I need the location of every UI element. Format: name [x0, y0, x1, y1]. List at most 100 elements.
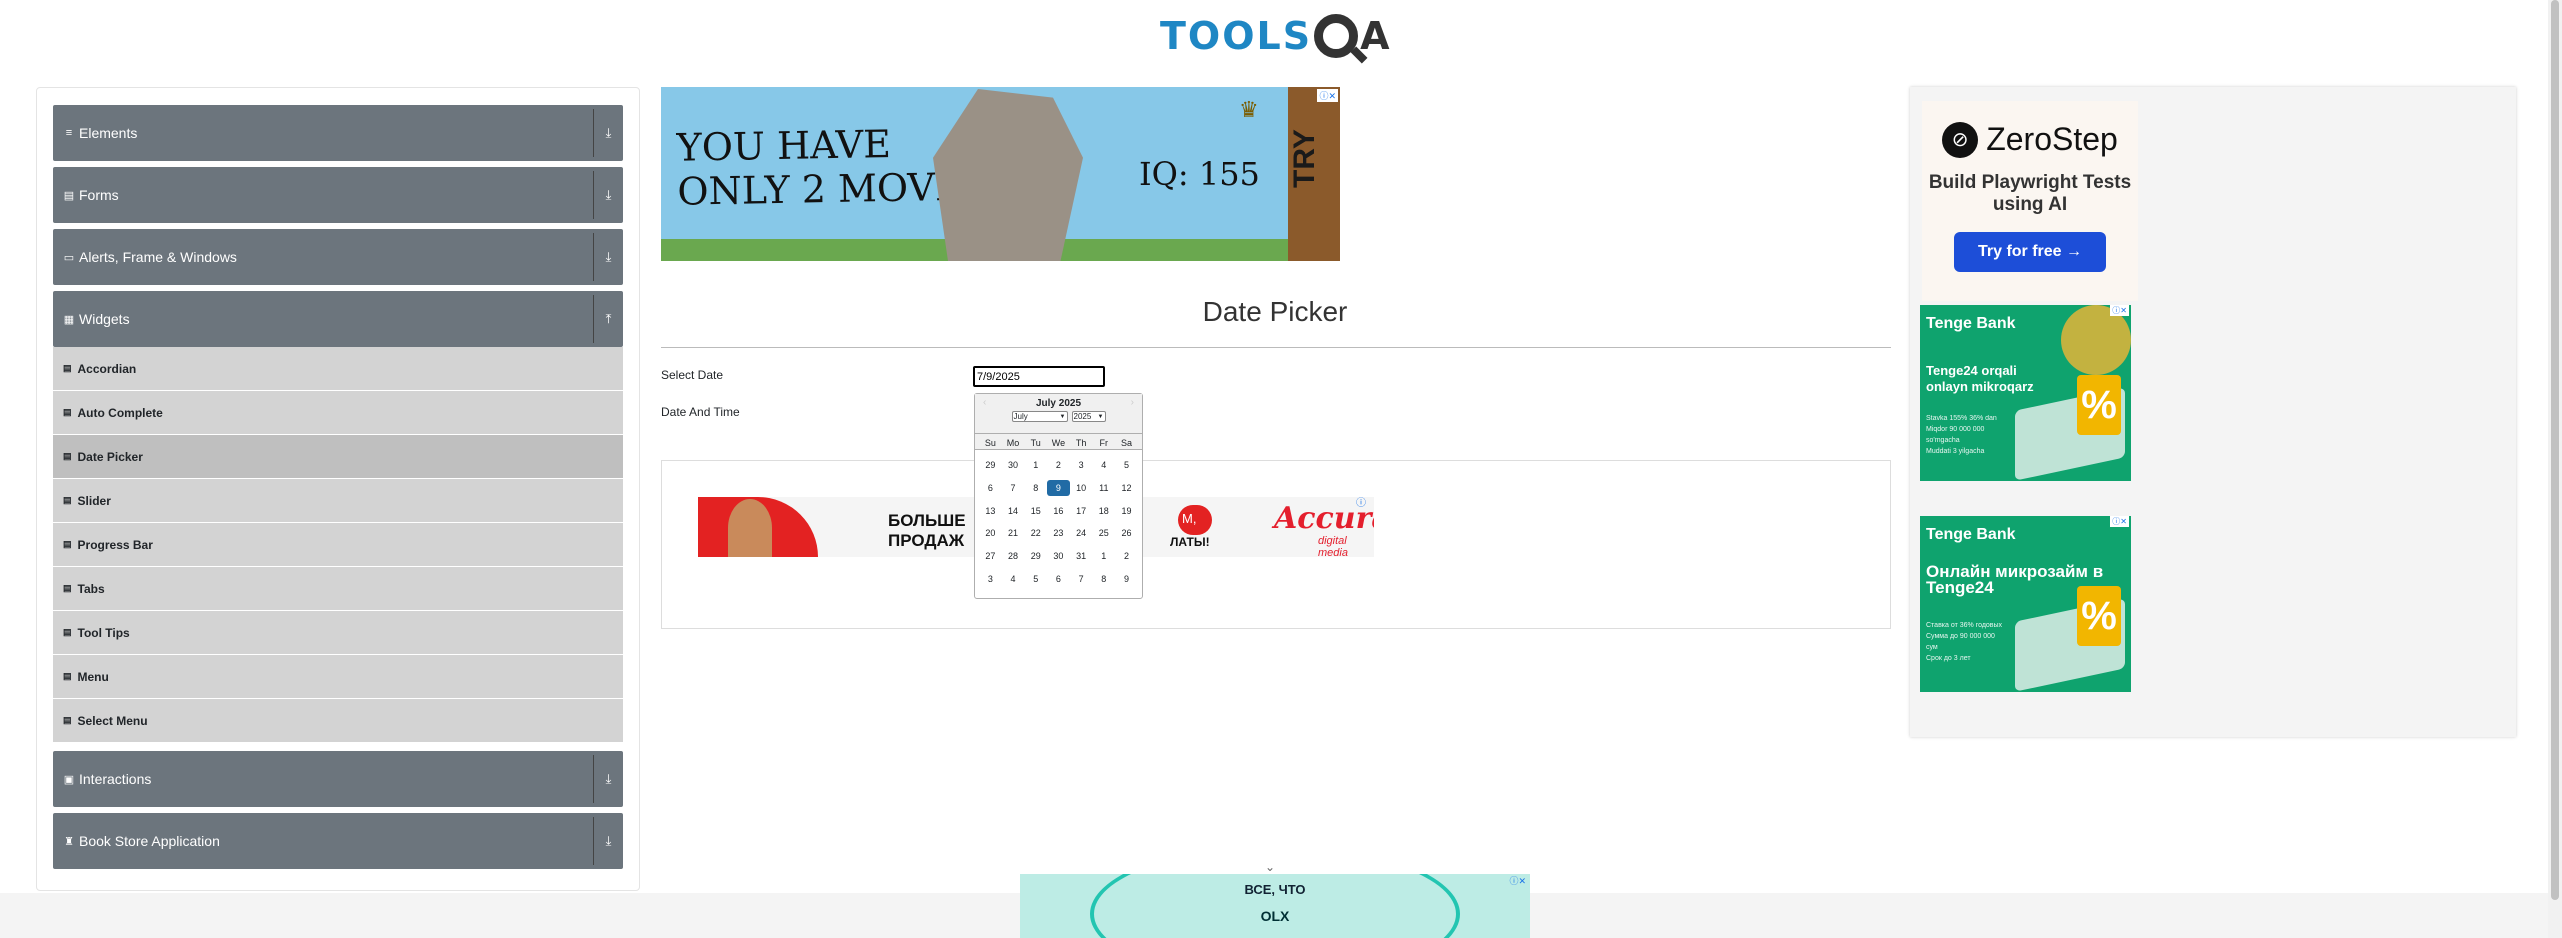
expand-icon[interactable]: ⤓ — [593, 817, 623, 865]
ad-red-pill: М, — [1178, 505, 1212, 535]
month-select[interactable]: July ▼ — [1011, 411, 1068, 422]
chevron-down-icon[interactable]: ⌄ — [1265, 860, 1275, 874]
ad-choices-icon[interactable]: ⓘ✕ — [1317, 89, 1338, 102]
right-ad-column: ⊘ ZeroStep Build Playwright Tests using … — [1910, 87, 2516, 737]
sidebar-group-book-store[interactable]: ♜ Book Store Application ⤓ — [53, 813, 623, 869]
tenge-bank-ad-2[interactable]: % Tenge Bank Онлайн микрозайм в Tenge24 … — [1920, 516, 2131, 692]
day-cell[interactable]: 15 — [1024, 506, 1047, 516]
day-cell[interactable]: 3 — [979, 574, 1002, 584]
logo-text-end: A — [1360, 14, 1390, 58]
day-cell[interactable]: 10 — [1070, 483, 1093, 493]
sidebar-group-interactions[interactable]: ▣ Interactions ⤓ — [53, 751, 623, 807]
sidebar-item-tool-tips[interactable]: ▤ Tool Tips — [53, 611, 623, 655]
interactions-icon: ▣ — [63, 773, 75, 786]
grid-icon: ▦ — [63, 313, 75, 326]
sidebar-group-alerts[interactable]: ▭ Alerts, Frame & Windows ⤓ — [53, 229, 623, 285]
day-cell[interactable]: 5 — [1024, 574, 1047, 584]
page-scrollbar[interactable] — [2548, 0, 2562, 938]
day-cell[interactable]: 18 — [1092, 506, 1115, 516]
tenge-bank-ad-1[interactable]: % Tenge Bank Tenge24 orqali onlayn mikro… — [1920, 305, 2131, 481]
day-cell[interactable]: 16 — [1047, 506, 1070, 516]
sidebar-item-slider[interactable]: ▤ Slider — [53, 479, 623, 523]
day-cell[interactable]: 1 — [1024, 460, 1047, 470]
day-cell[interactable]: 29 — [979, 460, 1002, 470]
day-cell[interactable]: 2 — [1047, 460, 1070, 470]
sidebar-item-tabs[interactable]: ▤ Tabs — [53, 567, 623, 611]
scrollbar-thumb[interactable] — [2551, 0, 2559, 900]
sidebar-item-menu[interactable]: ▤ Menu — [53, 655, 623, 699]
prev-month-button[interactable]: ‹ — [983, 397, 986, 408]
ad-choices-icon[interactable]: ⓘ✕ — [2110, 516, 2129, 527]
olx-logo: OLX — [1260, 908, 1290, 924]
day-cell[interactable]: 8 — [1092, 574, 1115, 584]
select-date-input[interactable] — [973, 366, 1105, 387]
day-cell[interactable]: 27 — [979, 551, 1002, 561]
day-cell[interactable]: 5 — [1115, 460, 1138, 470]
day-cell[interactable]: 11 — [1092, 483, 1115, 493]
day-cell[interactable]: 7 — [1070, 574, 1093, 584]
day-cell[interactable]: 7 — [1002, 483, 1025, 493]
expand-icon[interactable]: ⤓ — [593, 233, 623, 281]
day-cell[interactable]: 23 — [1047, 528, 1070, 538]
day-cell[interactable]: 2 — [1115, 551, 1138, 561]
day-cell[interactable]: 1 — [1092, 551, 1115, 561]
day-cell[interactable]: 28 — [1002, 551, 1025, 561]
sidebar-group-forms[interactable]: ▤ Forms ⤓ — [53, 167, 623, 223]
sidebar-group-elements[interactable]: ≡ Elements ⤓ — [53, 105, 623, 161]
sidebar-group-widgets[interactable]: ▦ Widgets ⤒ — [53, 291, 623, 347]
collapse-icon[interactable]: ⤒ — [593, 295, 623, 343]
ad-brand-sub: digital media — [1318, 535, 1348, 557]
ad-info-icon[interactable]: ⓘ — [1356, 494, 1366, 509]
day-cell[interactable]: 31 — [1070, 551, 1093, 561]
day-cell[interactable]: 9 — [1115, 574, 1138, 584]
day-cell[interactable]: 4 — [1092, 460, 1115, 470]
sidebar-item-progress-bar[interactable]: ▤ Progress Bar — [53, 523, 623, 567]
year-select[interactable]: 2025 ▼ — [1071, 411, 1106, 422]
top-banner-ad[interactable]: YOU HAVE ONLY 2 MOVES ♛ IQ: 155 TRY ⓘ✕ — [661, 87, 1340, 261]
day-cell[interactable]: 20 — [979, 528, 1002, 538]
day-cell[interactable]: 21 — [1002, 528, 1025, 538]
toolsqa-logo[interactable]: TOOLS A — [1160, 6, 1410, 66]
item-icon: ▤ — [63, 451, 72, 461]
day-cell[interactable]: 25 — [1092, 528, 1115, 538]
day-cell[interactable]: 26 — [1115, 528, 1138, 538]
expand-icon[interactable]: ⤓ — [593, 755, 623, 803]
ad-choices-icon[interactable]: ⓘ✕ — [2110, 305, 2129, 316]
day-cell[interactable]: 12 — [1115, 483, 1138, 493]
form-icon: ▤ — [63, 189, 75, 202]
day-cell[interactable]: 24 — [1070, 528, 1093, 538]
sidebar-item-accordian[interactable]: ▤ Accordian — [53, 347, 623, 391]
sidebar-item-auto-complete[interactable]: ▤ Auto Complete — [53, 391, 623, 435]
day-cell[interactable]: 19 — [1115, 506, 1138, 516]
day-cell[interactable]: 8 — [1024, 483, 1047, 493]
sidebar-item-select-menu[interactable]: ▤ Select Menu — [53, 699, 623, 743]
day-cell[interactable]: 13 — [979, 506, 1002, 516]
zerostep-try-button[interactable]: Try for free → — [1954, 232, 2106, 272]
item-icon: ▤ — [63, 671, 72, 681]
ad-iq-text: IQ: 155 — [1139, 155, 1260, 193]
sidebar-item-label: Auto Complete — [77, 405, 163, 420]
day-cell[interactable]: 6 — [1047, 574, 1070, 584]
day-cell[interactable]: 29 — [1024, 551, 1047, 561]
day-cell[interactable]: 4 — [1002, 574, 1025, 584]
bottom-sticky-ad[interactable]: ВСЕ, ЧТО OLX ⓘ✕ — [1020, 874, 1530, 938]
ad-try-button[interactable]: TRY — [1288, 87, 1340, 261]
day-cell[interactable]: 30 — [1002, 460, 1025, 470]
day-cell[interactable]: 17 — [1070, 506, 1093, 516]
day-cell[interactable]: 9 — [1047, 480, 1070, 497]
datepicker-header: ‹ July 2025 › July ▼ 2025 ▼ — [975, 394, 1142, 434]
expand-icon[interactable]: ⤓ — [593, 109, 623, 157]
day-cell[interactable]: 30 — [1047, 551, 1070, 561]
day-cell[interactable]: 14 — [1002, 506, 1025, 516]
expand-icon[interactable]: ⤓ — [593, 171, 623, 219]
day-of-week-label: We — [1051, 437, 1066, 448]
zerostep-ad[interactable]: ⊘ ZeroStep Build Playwright Tests using … — [1922, 101, 2138, 301]
ad-choices-icon[interactable]: ⓘ✕ — [1509, 874, 1526, 887]
day-cell[interactable]: 6 — [979, 483, 1002, 493]
sidebar-item-date-picker[interactable]: ▤ Date Picker — [53, 435, 623, 479]
day-cell[interactable]: 3 — [1070, 460, 1093, 470]
day-cell[interactable]: 22 — [1024, 528, 1047, 538]
mid-ad-container: БОЛЬШЕ ПРОДАЖ М, ЛАТЫ! Accurate digital … — [661, 460, 1891, 629]
next-month-button[interactable]: › — [1131, 397, 1134, 408]
ad-stone-head-image — [933, 89, 1083, 261]
